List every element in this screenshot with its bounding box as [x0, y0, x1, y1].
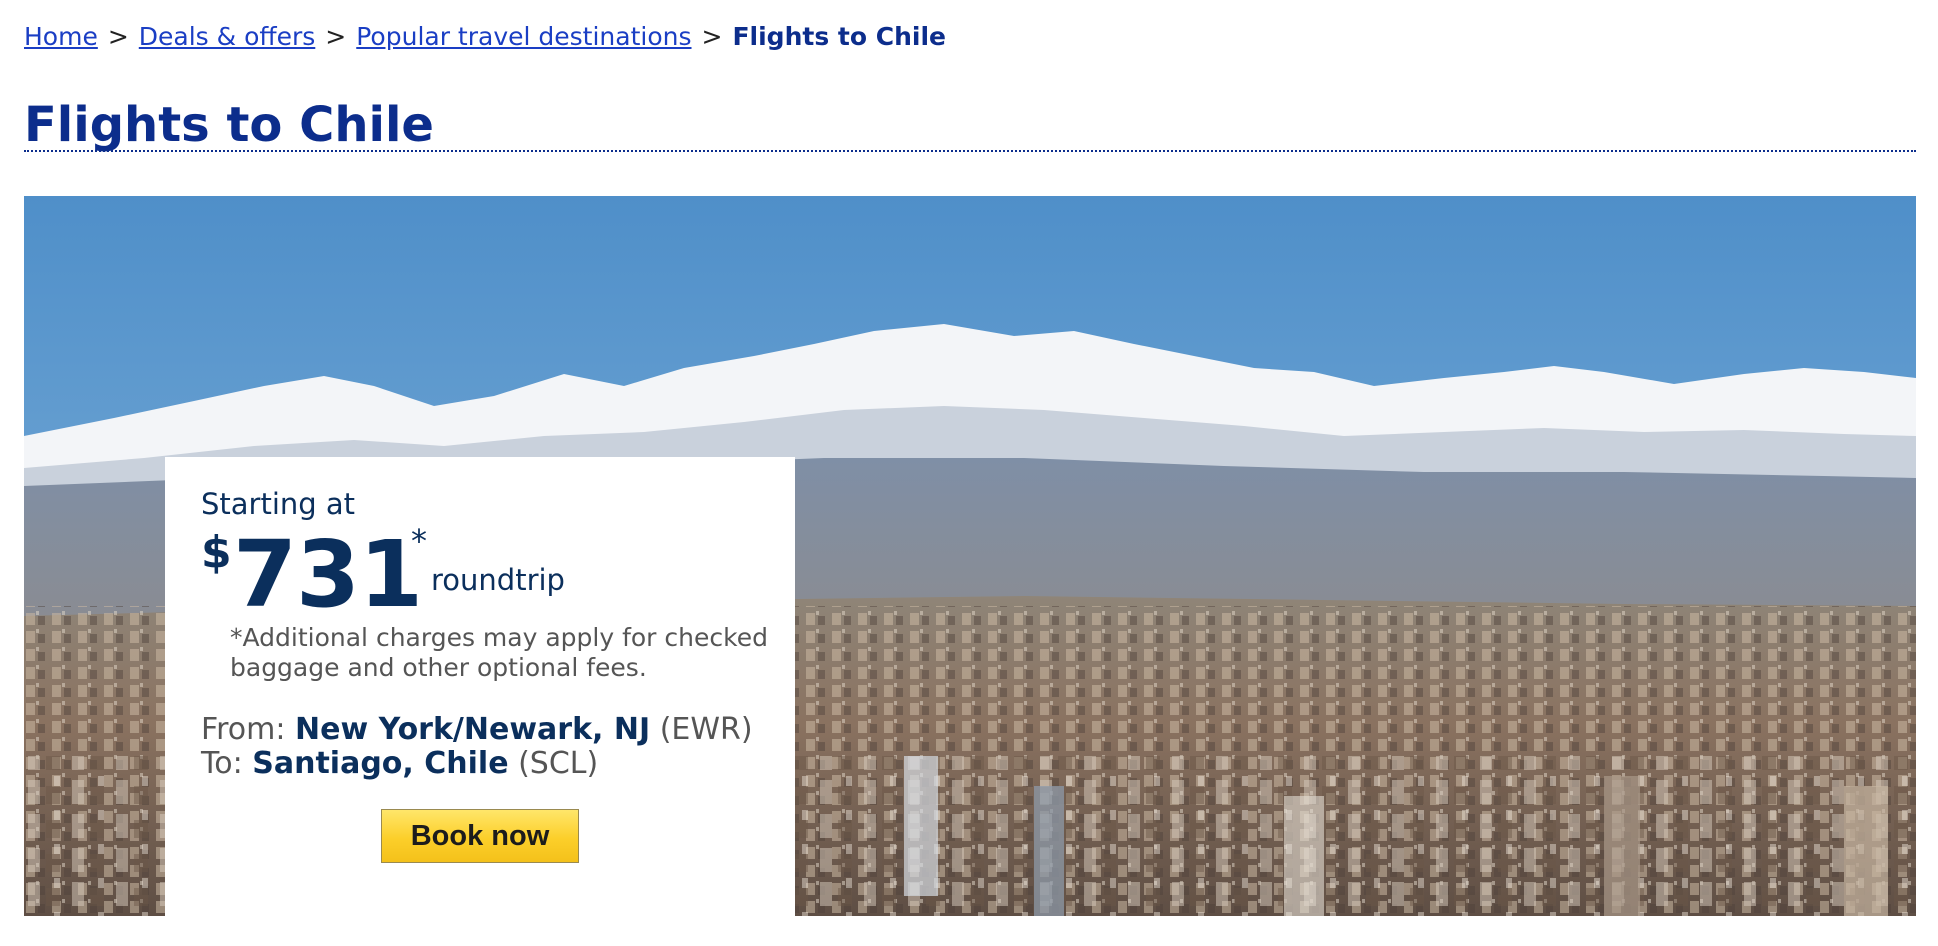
hero-banner: Starting at $ 731 * roundtrip *Additiona… — [24, 196, 1916, 916]
route-to: To: Santiago, Chile (SCL) — [201, 747, 753, 781]
from-label: From: — [201, 712, 286, 747]
from-airport-code: (EWR) — [659, 712, 753, 747]
book-now-button[interactable]: Book now — [381, 809, 579, 863]
starting-at-label: Starting at — [201, 487, 356, 521]
breadcrumb-link-popular-destinations[interactable]: Popular travel destinations — [356, 22, 691, 51]
breadcrumb-separator: > — [325, 22, 347, 51]
breadcrumb-link-deals-offers[interactable]: Deals & offers — [139, 22, 316, 51]
to-airport-code: (SCL) — [518, 746, 599, 781]
breadcrumb-current: Flights to Chile — [732, 22, 946, 51]
price-footnote-marker: * — [411, 522, 427, 560]
offer-card: Starting at $ 731 * roundtrip *Additiona… — [165, 457, 795, 916]
breadcrumb-separator: > — [701, 22, 723, 51]
breadcrumb-link-home[interactable]: Home — [24, 22, 98, 51]
title-divider — [24, 150, 1916, 152]
fee-disclaimer: *Additional charges may apply for checke… — [230, 623, 768, 682]
from-city: New York/Newark, NJ — [294, 712, 651, 747]
trip-type-label: roundtrip — [431, 563, 565, 597]
page-title: Flights to Chile — [24, 97, 434, 153]
to-city: Santiago, Chile — [252, 746, 509, 781]
route-info: From: New York/Newark, NJ (EWR) To: Sant… — [201, 713, 753, 781]
currency-symbol: $ — [201, 527, 232, 578]
to-label: To: — [201, 746, 243, 781]
breadcrumb: Home > Deals & offers > Popular travel desti… — [24, 22, 946, 52]
price-amount: 731 — [233, 521, 423, 628]
breadcrumb-separator: > — [107, 22, 129, 51]
route-from: From: New York/Newark, NJ (EWR) — [201, 713, 753, 747]
